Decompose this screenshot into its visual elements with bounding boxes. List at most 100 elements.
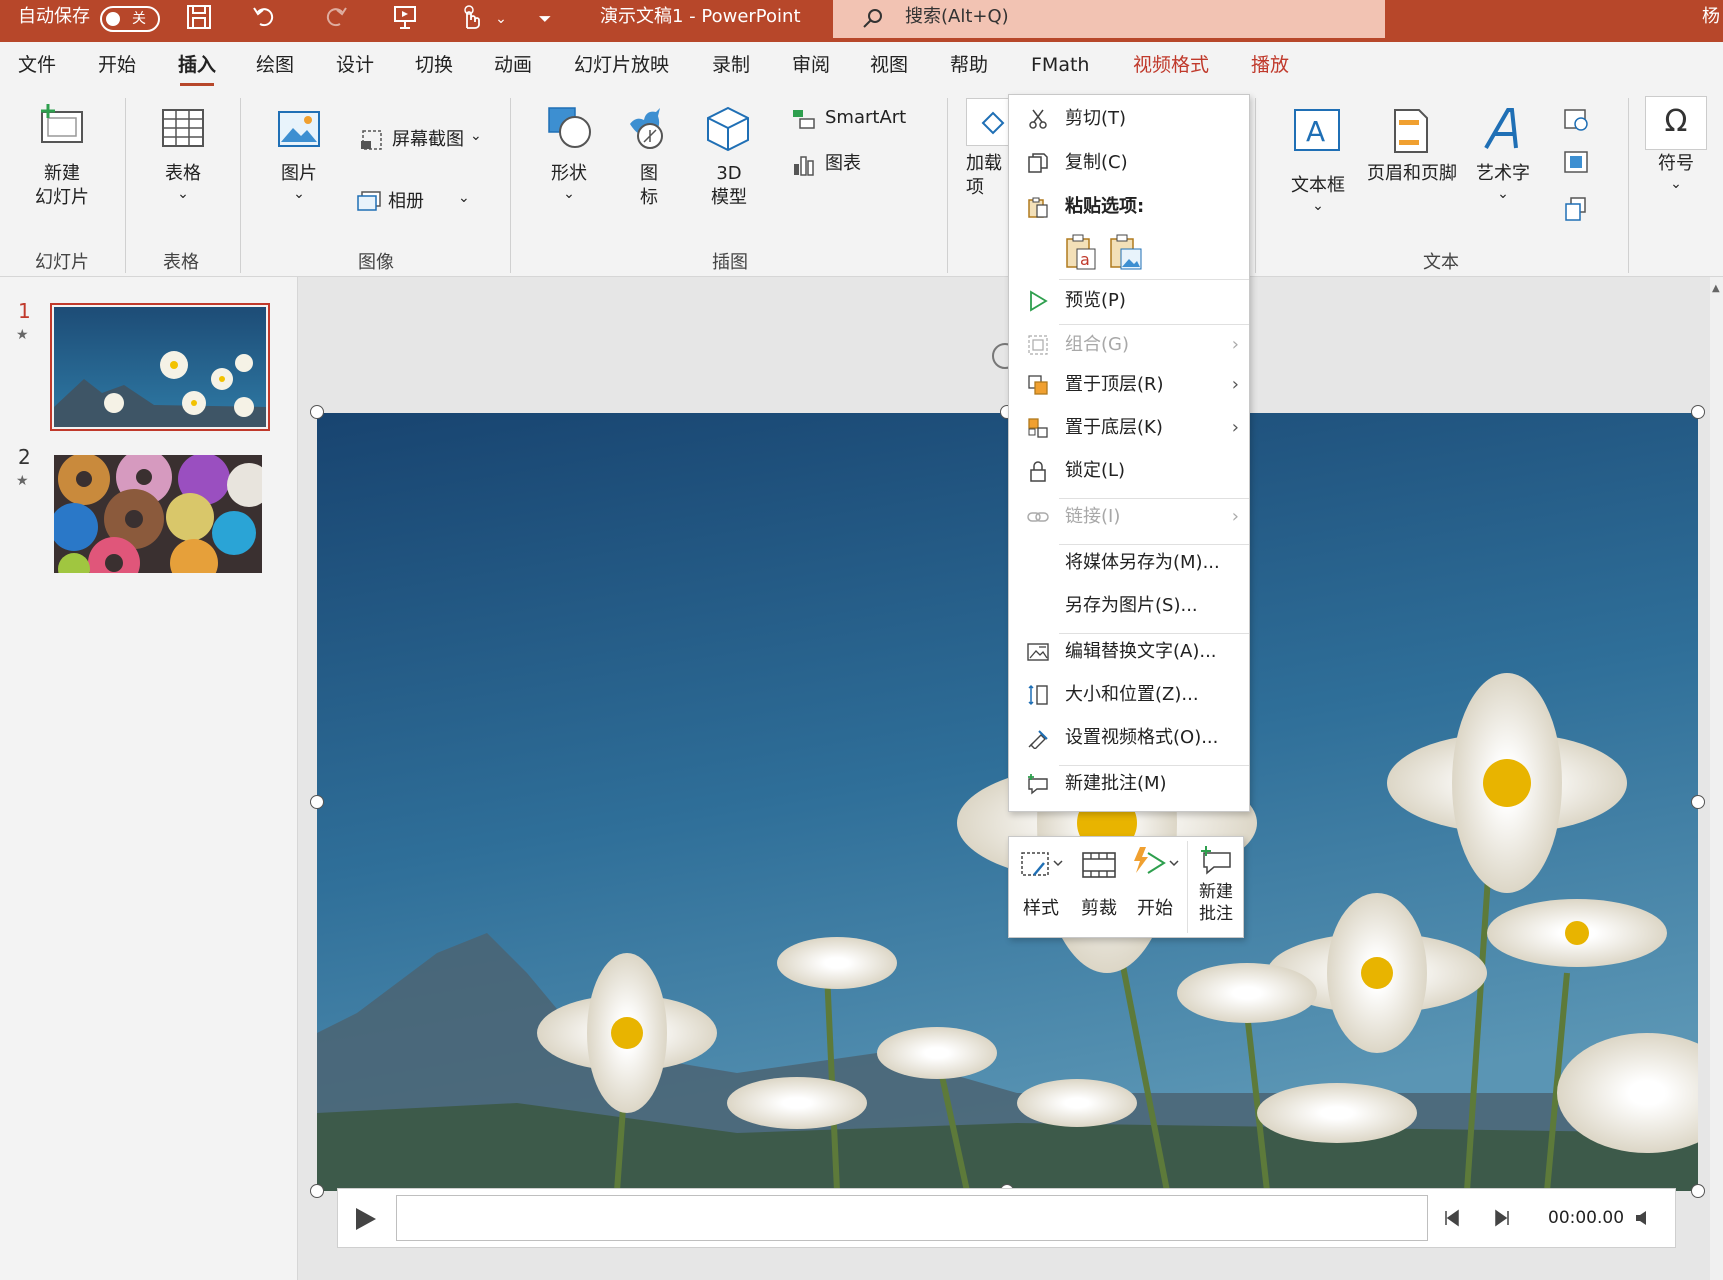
video-player-bar: 00:00.00 xyxy=(337,1188,1676,1248)
volume-icon[interactable] xyxy=(1634,1209,1652,1227)
slide-thumbnail-1[interactable] xyxy=(50,303,270,431)
video-progress-track[interactable] xyxy=(396,1195,1428,1241)
tab-playback[interactable]: 播放 xyxy=(1251,50,1289,80)
tab-insert[interactable]: 插入 xyxy=(178,50,216,86)
picture-icon xyxy=(278,111,320,147)
menu-item-label: 置于底层(K) xyxy=(1065,417,1163,438)
album-icon xyxy=(357,191,381,211)
customize-qat-icon[interactable]: ⏷ xyxy=(530,4,560,34)
ribbon-separator xyxy=(1628,98,1629,273)
tab-draw[interactable]: 绘图 xyxy=(256,50,294,80)
tab-record[interactable]: 录制 xyxy=(712,50,750,80)
mini-toolbar: 样式 剪裁 开始 新建 批注 xyxy=(1008,836,1244,938)
save-icon[interactable] xyxy=(184,4,214,34)
menu-item-group[interactable]: 组合(G) › xyxy=(1009,325,1249,365)
menu-item-lock[interactable]: 锁定(L) xyxy=(1009,451,1249,491)
undo-icon[interactable] xyxy=(250,4,280,34)
smartart-label: SmartArt xyxy=(825,107,907,128)
resize-handle[interactable] xyxy=(1691,795,1705,809)
ribbon-separator xyxy=(947,98,948,273)
slide-number: 1 xyxy=(18,299,31,323)
tab-help[interactable]: 帮助 xyxy=(950,50,988,80)
play-icon[interactable] xyxy=(354,1206,378,1232)
step-forward-icon[interactable] xyxy=(1492,1209,1510,1227)
resize-handle[interactable] xyxy=(310,405,324,419)
mini-new-comment-button[interactable]: 新建 批注 xyxy=(1189,837,1243,937)
menu-item-label: 置于顶层(R) xyxy=(1065,374,1164,395)
menu-item-save-media[interactable]: 将媒体另存为(M)... xyxy=(1009,543,1249,583)
ribbon-separator xyxy=(240,98,241,273)
chevron-down-icon: ⌄ xyxy=(1312,198,1324,214)
menu-item-cut[interactable]: 剪切(T) xyxy=(1009,99,1249,139)
video-style-icon xyxy=(1021,852,1063,876)
mini-trim-button[interactable]: 剪裁 xyxy=(1073,837,1125,937)
touch-mode-icon[interactable] xyxy=(456,4,486,34)
step-back-icon[interactable] xyxy=(1444,1209,1462,1227)
search-box[interactable]: 搜索(Alt+Q) xyxy=(833,0,1385,38)
slide-editing-area[interactable] xyxy=(298,277,1710,1280)
mini-trim-label: 剪裁 xyxy=(1081,898,1117,919)
mini-start-button[interactable]: 开始 xyxy=(1127,837,1183,937)
paste-keep-text-icon: a xyxy=(1066,234,1096,270)
group-text-label: 文本 xyxy=(1423,252,1459,273)
resize-handle[interactable] xyxy=(1691,405,1705,419)
chevron-down-icon[interactable]: ⌄ xyxy=(486,4,516,34)
chart-label: 图表 xyxy=(825,153,861,174)
tab-slideshow[interactable]: 幻灯片放映 xyxy=(574,50,669,80)
menu-item-new-comment[interactable]: 新建批注(M) xyxy=(1009,764,1249,804)
mini-style-label: 样式 xyxy=(1023,898,1059,919)
menu-item-save-picture[interactable]: 另存为图片(S)... xyxy=(1009,586,1249,626)
tab-review[interactable]: 审阅 xyxy=(792,50,830,80)
present-icon[interactable] xyxy=(390,4,420,34)
redo-icon[interactable] xyxy=(320,4,350,34)
svg-text:A: A xyxy=(1306,115,1325,148)
slide-number-icon[interactable] xyxy=(1563,150,1589,176)
new-comment-icon xyxy=(1201,846,1231,875)
video-time: 00:00.00 xyxy=(1548,1208,1625,1228)
tab-video-format[interactable]: 视频格式 xyxy=(1133,50,1209,80)
tab-fmath[interactable]: FMath xyxy=(1031,50,1089,80)
date-time-icon[interactable] xyxy=(1563,106,1589,132)
menu-item-bring-to-front[interactable]: 置于顶层(R) › xyxy=(1009,365,1249,405)
menu-item-label: 预览(P) xyxy=(1065,290,1126,311)
object-icon[interactable] xyxy=(1563,196,1589,222)
new-comment-icon xyxy=(1028,774,1048,795)
chart-icon xyxy=(794,156,814,176)
menu-item-link[interactable]: 链接(I) › xyxy=(1009,497,1249,537)
chevron-down-icon: ⌄ xyxy=(177,186,189,202)
ribbon: 新建 幻灯片 幻灯片 表格 ⌄ 表格 图片 ⌄ 屏幕截图 ⌄ 相册 ⌄ 图像 形… xyxy=(0,90,1723,277)
menu-item-size-position[interactable]: 大小和位置(Z)... xyxy=(1009,675,1249,715)
slide-thumbnail-2[interactable] xyxy=(50,449,271,589)
mini-style-button[interactable]: 样式 xyxy=(1015,837,1067,937)
resize-handle[interactable] xyxy=(310,795,324,809)
menu-item-send-to-back[interactable]: 置于底层(K) › xyxy=(1009,408,1249,448)
group-slides-label: 幻灯片 xyxy=(35,252,89,273)
menu-item-preview[interactable]: 预览(P) xyxy=(1009,281,1249,321)
scroll-up-icon[interactable]: ▲ xyxy=(1712,283,1720,294)
autosave-toggle[interactable]: 关 xyxy=(100,6,160,32)
resize-handle[interactable] xyxy=(1691,1184,1705,1198)
menu-item-label: 组合(G) xyxy=(1065,334,1129,355)
tab-view[interactable]: 视图 xyxy=(870,50,908,80)
menu-item-copy[interactable]: 复制(C) xyxy=(1009,143,1249,183)
ribbon-separator xyxy=(1255,98,1256,273)
chevron-right-icon: › xyxy=(1231,374,1239,395)
chevron-down-icon: ⌄ xyxy=(293,186,305,202)
menu-item-label: 剪切(T) xyxy=(1065,108,1127,129)
paste-as-picture-button[interactable] xyxy=(1109,233,1143,271)
resize-handle[interactable] xyxy=(310,1184,324,1198)
menu-item-format-video[interactable]: 设置视频格式(O)... xyxy=(1009,718,1249,758)
tab-file[interactable]: 文件 xyxy=(18,50,56,80)
paste-keep-text-button[interactable]: a xyxy=(1065,233,1099,271)
user-initial[interactable]: 杨 xyxy=(1702,0,1720,42)
menu-item-alt-text[interactable]: 编辑替换文字(A)... xyxy=(1009,632,1249,672)
tab-animations[interactable]: 动画 xyxy=(494,50,532,80)
tab-home[interactable]: 开始 xyxy=(98,50,136,80)
chevron-right-icon: › xyxy=(1231,506,1239,527)
scissors-icon xyxy=(1029,109,1047,129)
vertical-scrollbar[interactable]: ▲ xyxy=(1710,277,1723,1280)
chevron-down-icon: ⌄ xyxy=(470,128,482,144)
tab-transitions[interactable]: 切换 xyxy=(415,50,453,80)
tab-design[interactable]: 设计 xyxy=(336,50,374,80)
header-footer-label: 页眉和页脚 xyxy=(1367,163,1457,184)
